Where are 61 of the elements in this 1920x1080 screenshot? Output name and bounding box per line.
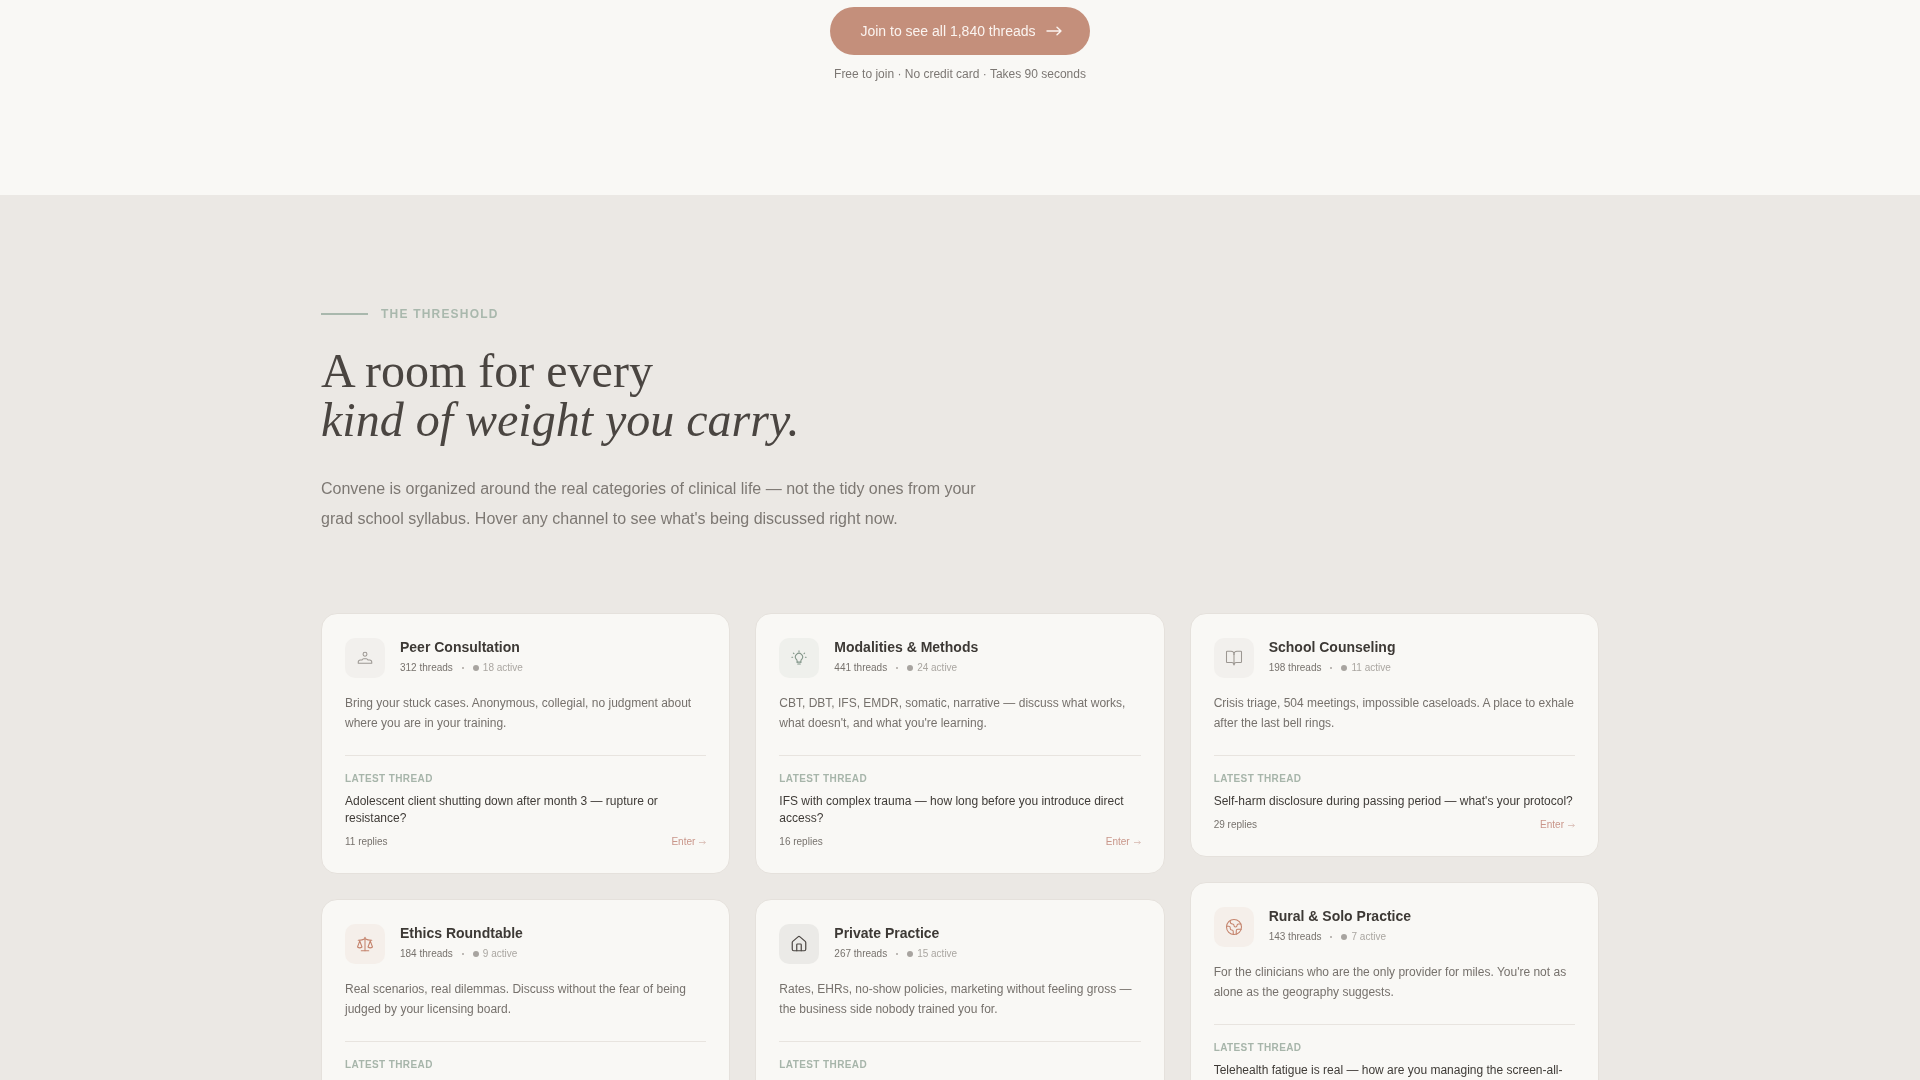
- active-count: 11 active: [1351, 661, 1391, 675]
- thread-count: 198 threads: [1268, 661, 1322, 675]
- globe-icon: [1213, 907, 1254, 947]
- active-count: 7 active: [1351, 930, 1386, 944]
- thread-count: 184 threads: [400, 947, 453, 961]
- channel-description: CBT, DBT, IFS, EMDR, somatic, narrative — discuss what works, what doesn't, and what you're learning.: [779, 695, 1127, 732]
- channel-description: Crisis triage, 504 meetings, impossible caseloads. A place to exhale after the last bell rings.: [1213, 695, 1575, 732]
- latest-thread-label: LATEST THREAD: [345, 772, 434, 785]
- channel-description: Real scenarios, real dilemmas. Discuss without the fear of being judged by your licensing board.: [345, 981, 687, 1018]
- arrow-right-icon: [1045, 26, 1062, 36]
- active-count: 15 active: [917, 947, 958, 961]
- thread-count: 441 threads: [834, 661, 888, 675]
- channel-title: School Counseling: [1268, 638, 1396, 656]
- enter-link[interactable]: Enter: [1540, 818, 1575, 832]
- arrow-right-icon: [1568, 822, 1575, 828]
- join-button[interactable]: Join to see all 1,840 threads: [830, 7, 1090, 55]
- thread-count: 143 threads: [1268, 930, 1322, 944]
- status-dot-icon: [907, 951, 914, 957]
- book-icon: [1213, 638, 1254, 678]
- reply-count: 29 replies: [1213, 818, 1257, 832]
- thread-count: 267 threads: [834, 947, 888, 961]
- section-heading: A room for every kind of weight you carry.: [321, 346, 800, 444]
- arrow-right-icon: [699, 839, 707, 845]
- active-count: 24 active: [917, 661, 958, 675]
- enter-link[interactable]: Enter: [1105, 835, 1141, 849]
- reply-count: 16 replies: [779, 835, 823, 849]
- status-dot-icon: [1341, 934, 1348, 940]
- active-count: 18 active: [482, 661, 523, 675]
- status-dot-icon: [1341, 665, 1348, 671]
- latest-thread-label: LATEST THREAD: [779, 772, 869, 785]
- scales-icon: [345, 924, 385, 964]
- latest-thread-title: Adolescent client shutting down after month 3 — rupture or resistance?: [345, 793, 659, 827]
- house-icon: [779, 924, 820, 964]
- channel-title: Private Practice: [834, 924, 941, 942]
- latest-thread-title: IFS with complex trauma — how long before you introduce direct access?: [779, 793, 1125, 827]
- section-description: Convene is organized around the real categories of clinical life — not the tidy ones from your grad school syllabus. Hover any channel to see what's being discussed right now.: [321, 479, 977, 529]
- channel-description: Rates, EHRs, no-show policies, marketing without feeling gross — the business side nobody trained you for.: [779, 981, 1133, 1018]
- enter-link[interactable]: Enter: [671, 835, 707, 849]
- channel-title: Modalities & Methods: [834, 638, 979, 656]
- person-icon: [345, 638, 385, 678]
- arrow-right-icon: [1133, 839, 1141, 845]
- latest-thread-label: LATEST THREAD: [1213, 772, 1303, 785]
- latest-thread-label: LATEST THREAD: [1213, 1041, 1303, 1054]
- channel-description: For the clinicians who are the only provider for miles. You're not as alone as the geography suggests.: [1213, 964, 1568, 1001]
- join-note: Free to join · No credit card · Takes 90 seconds: [834, 67, 1086, 82]
- section-eyebrow: THE THRESHOLD: [381, 307, 499, 321]
- channel-title: Rural & Solo Practice: [1268, 907, 1412, 925]
- status-dot-icon: [472, 951, 479, 957]
- channel-title: Ethics Roundtable: [400, 924, 523, 942]
- reply-count: 11 replies: [345, 835, 388, 849]
- latest-thread-title: Telehealth fatigue is real — how are you managing the screen-all-: [1213, 1062, 1564, 1079]
- thread-count: 312 threads: [400, 661, 453, 675]
- status-dot-icon: [472, 665, 479, 671]
- active-count: 9 active: [482, 947, 518, 961]
- status-dot-icon: [907, 665, 914, 671]
- lightbulb-icon: [779, 638, 820, 678]
- latest-thread-title: Self-harm disclosure during passing period — what's your protocol?: [1213, 793, 1574, 810]
- latest-thread-label: LATEST THREAD: [345, 1058, 434, 1071]
- channel-description: Bring your stuck cases. Anonymous, collegial, no judgment about where you are in your training.: [345, 695, 693, 732]
- latest-thread-label: LATEST THREAD: [779, 1058, 869, 1071]
- channel-title: Peer Consultation: [400, 638, 521, 656]
